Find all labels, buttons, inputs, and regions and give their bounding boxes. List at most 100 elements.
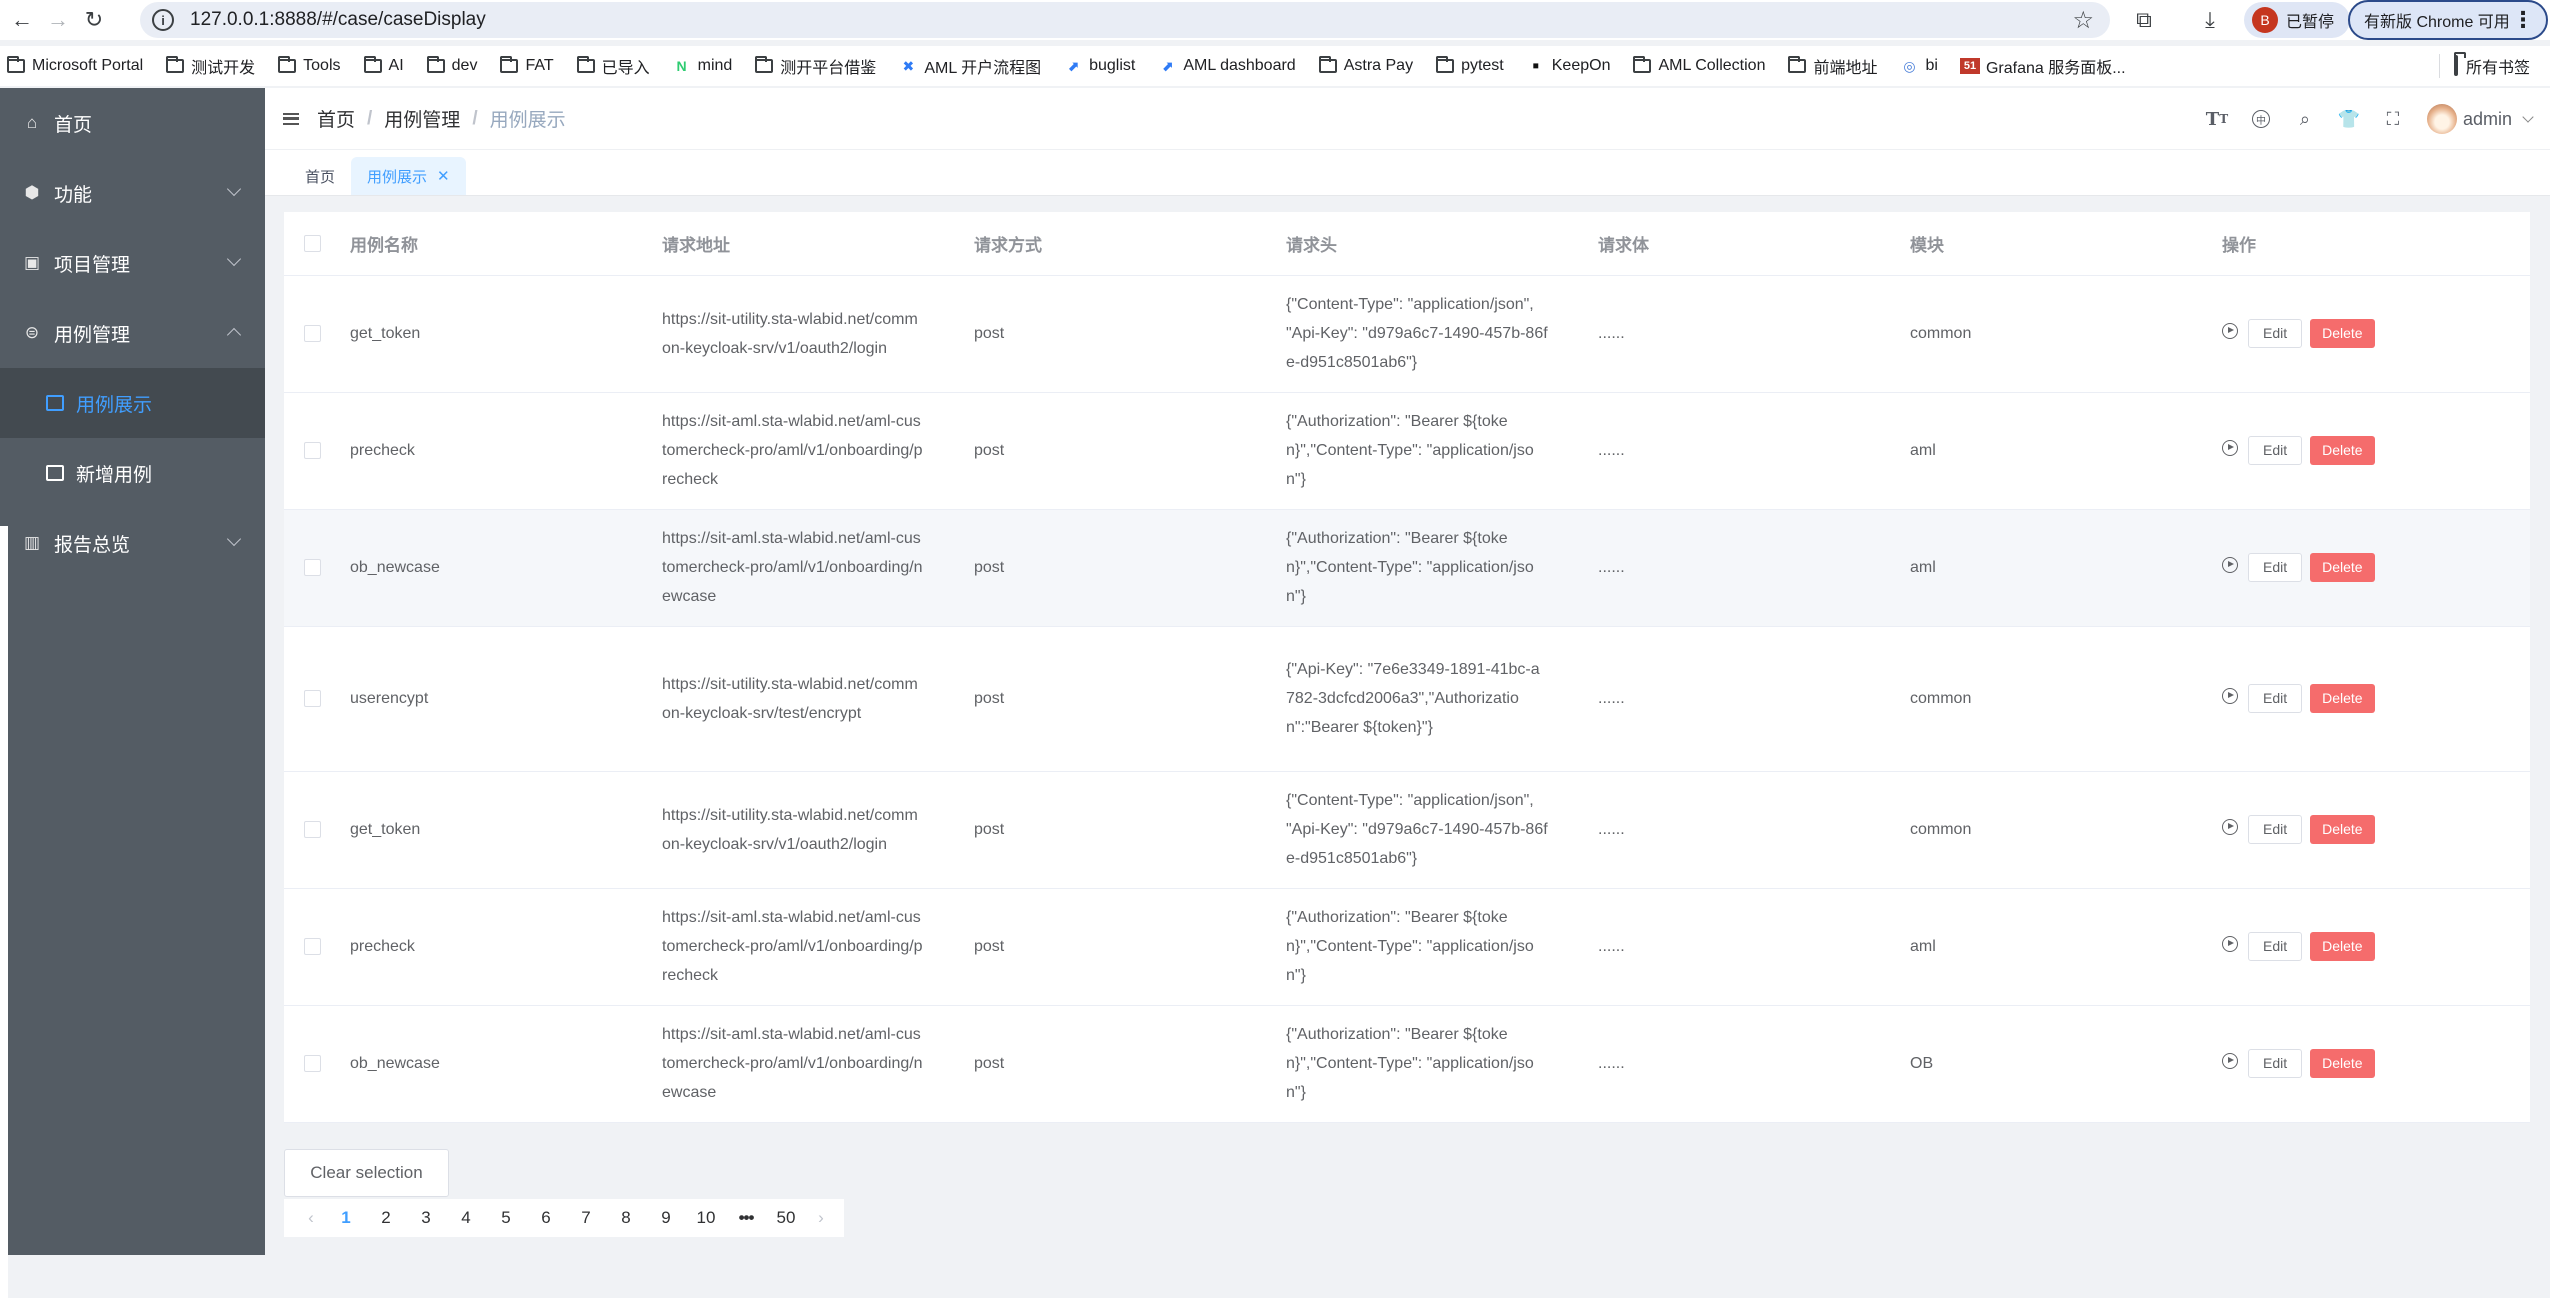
avatar[interactable] [2426,104,2457,134]
page-number[interactable]: 7 [566,1208,606,1228]
edit-button[interactable]: Edit [2248,932,2303,961]
page-number[interactable]: 50 [766,1208,806,1228]
download-icon[interactable]: ⤓ [2194,4,2226,36]
clear-selection-button[interactable]: Clear selection [284,1149,449,1197]
forward-button[interactable]: → [40,2,76,38]
page-number[interactable]: 2 [366,1208,406,1228]
sidebar-item-projects[interactable]: ▣ 项目管理 [0,228,265,298]
sidebar-item-features[interactable]: ⬢ 功能 [0,158,265,228]
edit-button[interactable]: Edit [2248,815,2303,844]
table-row[interactable]: ob_newcase https://sit-aml.sta-wlabid.net… [284,509,2530,627]
page-number[interactable]: 6 [526,1208,566,1228]
bookmark-item[interactable]: Nmind [672,57,733,75]
delete-button[interactable]: Delete [2310,1049,2375,1078]
run-play-icon[interactable] [2222,935,2238,952]
address-bar[interactable]: i 127.0.0.1:8888/#/case/caseDisplay ☆ [140,2,2110,38]
tab-case-display[interactable]: 用例展示 ✕ [351,157,466,195]
delete-button[interactable]: Delete [2310,319,2375,348]
profile-button[interactable]: B 已暂停 [2244,2,2350,38]
breadcrumb-item[interactable]: 用例管理 [384,105,460,132]
delete-button[interactable]: Delete [2310,684,2375,713]
row-checkbox[interactable] [304,442,321,459]
theme-shirt-icon[interactable]: 👕 [2327,109,2371,130]
run-play-icon[interactable] [2222,322,2238,339]
edit-button[interactable]: Edit [2248,684,2303,713]
bookmark-item[interactable]: ▪ KeepOn [1526,55,1610,77]
run-play-icon[interactable] [2222,818,2238,835]
select-all-checkbox[interactable] [304,234,321,252]
sidebar-item-cases[interactable]: ⊜ 用例管理 [0,298,265,368]
bookmark-item[interactable]: ⬈ buglist [1063,57,1135,75]
page-number[interactable]: 9 [646,1208,686,1228]
page-number[interactable]: 8 [606,1208,646,1228]
all-bookmarks[interactable]: 所有书签 [2453,46,2530,86]
table-row[interactable]: precheck https://sit-aml.sta-wlabid.net/a… [284,888,2530,1006]
run-play-icon[interactable] [2222,439,2238,456]
url-text[interactable]: 127.0.0.1:8888/#/case/caseDisplay [190,9,486,31]
extensions-icon[interactable]: ⧉ [2128,4,2160,36]
bookmark-item[interactable]: pytest [1435,56,1504,75]
sidebar-subitem-add-case[interactable]: 新增用例 [0,438,265,508]
bookmark-item[interactable]: ⬈ AML dashboard [1157,57,1295,75]
bookmark-item[interactable]: Tools [277,56,341,75]
breadcrumb-item[interactable]: 首页 [317,105,355,132]
page-number[interactable]: 10 [686,1208,726,1228]
fullscreen-icon[interactable]: ⛶ [2371,109,2415,130]
row-checkbox[interactable] [304,821,321,838]
font-size-icon[interactable]: TT [2195,109,2239,130]
row-checkbox[interactable] [304,690,321,707]
prev-page-button[interactable]: ‹ [296,1208,326,1228]
table-row[interactable]: userencypt https://sit-utility.sta-wlabid… [284,626,2530,772]
run-play-icon[interactable] [2222,556,2238,573]
page-number[interactable]: 5 [486,1208,526,1228]
run-play-icon[interactable] [2222,687,2238,704]
bookmark-item[interactable]: FAT [499,56,554,75]
bookmark-item[interactable]: 51 Grafana 服务面板... [1959,54,2126,78]
delete-button[interactable]: Delete [2310,553,2375,582]
bookmark-star-icon[interactable]: ☆ [2072,6,2094,35]
page-ellipsis[interactable]: ••• [726,1208,766,1228]
bookmark-item[interactable]: Microsoft Portal [6,56,143,75]
site-info-icon[interactable]: i [152,9,174,31]
run-play-icon[interactable] [2222,1052,2238,1069]
bookmark-item[interactable]: ✖ AML 开户流程图 [898,54,1041,78]
table-row[interactable]: ob_newcase https://sit-aml.sta-wlabid.net… [284,1005,2530,1123]
back-button[interactable]: ← [4,2,40,38]
bookmark-item[interactable]: 测开平台借鉴 [754,54,876,78]
bookmark-item[interactable]: 前端地址 [1787,54,1878,78]
delete-button[interactable]: Delete [2310,815,2375,844]
edit-button[interactable]: Edit [2248,553,2303,582]
page-number[interactable]: 4 [446,1208,486,1228]
bookmark-item[interactable]: 测试开发 [165,54,255,78]
row-checkbox[interactable] [304,938,321,955]
language-icon[interactable]: 中 [2239,110,2283,128]
row-checkbox[interactable] [304,325,321,342]
sidebar-subitem-case-display[interactable]: 用例展示 [0,368,265,438]
bookmark-item[interactable]: ◎ bi [1900,57,1938,75]
table-row[interactable]: precheck https://sit-aml.sta-wlabid.net/a… [284,392,2530,510]
delete-button[interactable]: Delete [2310,436,2375,465]
chrome-update-button[interactable]: 有新版 Chrome 可用 ⋮ [2348,0,2548,40]
close-icon[interactable]: ✕ [437,167,450,185]
page-number[interactable]: 1 [326,1208,366,1228]
edit-button[interactable]: Edit [2248,436,2303,465]
page-number[interactable]: 3 [406,1208,446,1228]
bookmark-item[interactable]: Astra Pay [1318,56,1413,75]
table-row[interactable]: get_token https://sit-utility.sta-wlabid.… [284,275,2530,393]
row-checkbox[interactable] [304,559,321,576]
bookmark-item[interactable]: AI [363,56,404,75]
row-checkbox[interactable] [304,1055,321,1072]
search-icon[interactable]: ⌕ [2283,109,2327,130]
table-row[interactable]: get_token https://sit-utility.sta-wlabid.… [284,771,2530,889]
user-name[interactable]: admin [2463,109,2512,130]
delete-button[interactable]: Delete [2310,932,2375,961]
more-menu-icon[interactable]: ⋮ [2512,7,2534,33]
sidebar-item-home[interactable]: ⌂ 首页 [0,88,265,158]
menu-toggle-icon[interactable] [283,112,299,125]
bookmark-item[interactable]: dev [426,56,477,75]
chevron-down-icon[interactable] [2522,111,2534,123]
bookmark-item[interactable]: 已导入 [576,54,650,78]
edit-button[interactable]: Edit [2248,1049,2303,1078]
reload-button[interactable]: ↻ [76,2,112,38]
edit-button[interactable]: Edit [2248,319,2303,348]
